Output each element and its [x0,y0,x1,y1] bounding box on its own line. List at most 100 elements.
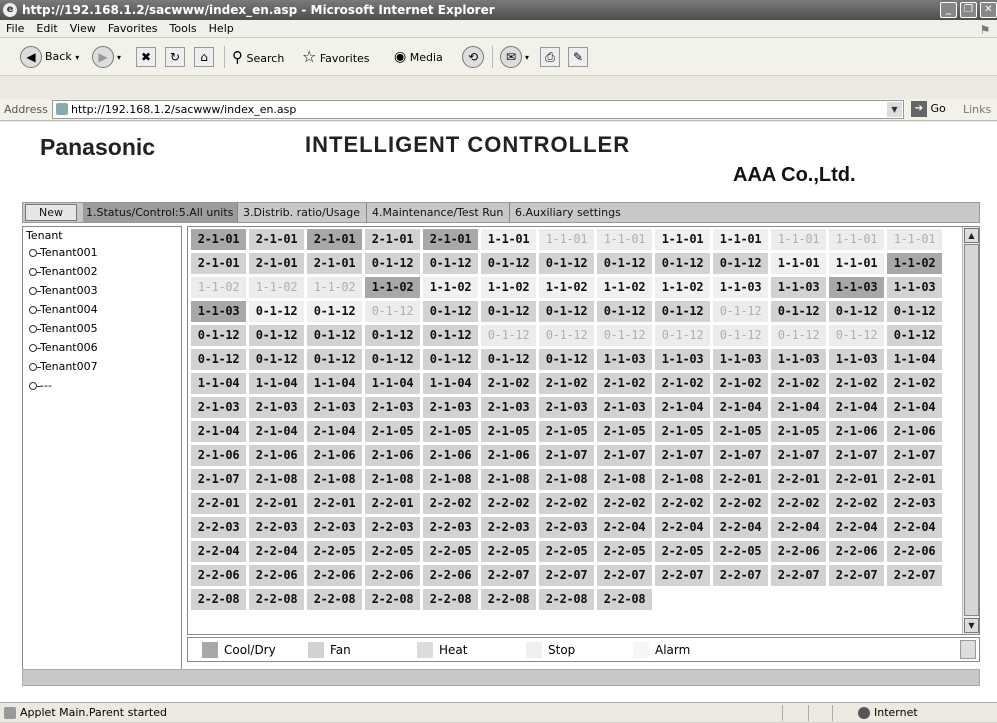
unit-cell[interactable]: 2-1-07 [829,445,884,466]
unit-cell[interactable]: 0-1-12 [829,325,884,346]
unit-cell[interactable]: 0-1-12 [191,325,246,346]
scroll-up-icon[interactable]: ▲ [964,228,979,243]
unit-cell[interactable]: 2-1-02 [481,373,536,394]
unit-cell[interactable]: 2-1-02 [771,373,826,394]
unit-cell[interactable]: 2-1-02 [655,373,710,394]
unit-cell[interactable]: 2-2-03 [481,517,536,538]
unit-cell[interactable]: 2-1-08 [249,469,304,490]
unit-cell[interactable]: 1-1-01 [597,229,652,250]
unit-cell[interactable]: 2-2-01 [771,469,826,490]
unit-cell[interactable]: 2-2-08 [191,589,246,610]
menu-file[interactable]: File [0,20,30,38]
unit-cell[interactable]: 2-1-02 [713,373,768,394]
unit-cell[interactable]: 2-2-03 [365,517,420,538]
unit-cell[interactable]: 2-2-08 [307,589,362,610]
home-button[interactable]: ⌂ [194,44,214,70]
unit-cell[interactable]: 2-1-06 [829,421,884,442]
unit-cell[interactable]: 1-1-04 [423,373,478,394]
unit-cell[interactable]: 2-1-08 [655,469,710,490]
unit-cell[interactable]: 2-1-06 [365,445,420,466]
unit-cell[interactable]: 2-2-08 [597,589,652,610]
unit-cell[interactable]: 2-1-05 [539,421,594,442]
minimize-button[interactable]: _ [940,2,957,18]
unit-cell[interactable]: 2-2-07 [481,565,536,586]
unit-cell[interactable]: 1-1-03 [771,277,826,298]
unit-cell[interactable]: 0-1-12 [829,301,884,322]
unit-cell[interactable]: 2-1-06 [191,445,246,466]
tenant-item[interactable]: --- [29,378,98,397]
unit-cell[interactable]: 0-1-12 [713,325,768,346]
unit-cell[interactable]: 1-1-03 [713,349,768,370]
go-button[interactable]: ➔ Go [911,101,946,117]
unit-cell[interactable]: 0-1-12 [249,349,304,370]
unit-cell[interactable]: 0-1-12 [191,349,246,370]
unit-cell[interactable]: 0-1-12 [539,253,594,274]
unit-cell[interactable]: 2-2-02 [829,493,884,514]
unit-cell[interactable]: 2-1-06 [423,445,478,466]
unit-cell[interactable]: 0-1-12 [249,325,304,346]
unit-cell[interactable]: 2-2-07 [887,565,942,586]
unit-cell[interactable]: 0-1-12 [481,325,536,346]
unit-cell[interactable]: 2-1-04 [655,397,710,418]
unit-cell[interactable]: 0-1-12 [713,253,768,274]
unit-cell[interactable]: 2-1-05 [423,421,478,442]
unit-cell[interactable]: 2-1-08 [307,469,362,490]
unit-cell[interactable]: 2-2-04 [713,517,768,538]
tenant-item[interactable]: Tenant006 [29,340,98,359]
unit-cell[interactable]: 2-1-03 [307,397,362,418]
unit-cell[interactable]: 0-1-12 [539,301,594,322]
unit-cell[interactable]: 2-1-08 [365,469,420,490]
unit-cell[interactable]: 2-2-08 [365,589,420,610]
unit-cell[interactable]: 0-1-12 [597,325,652,346]
unit-cell[interactable]: 2-1-06 [887,421,942,442]
unit-cell[interactable]: 2-2-07 [655,565,710,586]
unit-cell[interactable]: 2-1-04 [887,397,942,418]
unit-cell[interactable]: 1-1-04 [365,373,420,394]
unit-cell[interactable]: 2-2-04 [597,517,652,538]
forward-button[interactable]: ▶ ▾ [92,44,121,70]
unit-cell[interactable]: 1-1-03 [771,349,826,370]
unit-cell[interactable]: 2-2-01 [887,469,942,490]
unit-cell[interactable]: 0-1-12 [539,325,594,346]
tenant-item[interactable]: Tenant007 [29,359,98,378]
unit-cell[interactable]: 2-2-03 [423,517,478,538]
unit-cell[interactable]: 0-1-12 [887,325,942,346]
unit-cell[interactable]: 0-1-12 [307,349,362,370]
unit-cell[interactable]: 2-2-03 [307,517,362,538]
unit-cell[interactable]: 0-1-12 [887,301,942,322]
unit-cell[interactable]: 2-2-08 [423,589,478,610]
unit-cell[interactable]: 2-1-06 [249,445,304,466]
unit-cell[interactable]: 2-1-04 [771,397,826,418]
unit-cell[interactable]: 0-1-12 [597,301,652,322]
unit-cell[interactable]: 0-1-12 [365,349,420,370]
unit-cell[interactable]: 2-2-04 [249,541,304,562]
unit-cell[interactable]: 2-2-06 [887,541,942,562]
unit-cell[interactable]: 1-1-01 [887,229,942,250]
unit-cell[interactable]: 1-1-01 [829,229,884,250]
unit-cell[interactable]: 2-2-03 [191,517,246,538]
unit-cell[interactable]: 2-1-08 [481,469,536,490]
unit-cell[interactable]: 2-2-03 [249,517,304,538]
unit-cell[interactable]: 2-1-01 [365,229,420,250]
unit-cell[interactable]: 1-1-01 [713,229,768,250]
mail-button[interactable]: ✉ ▾ [500,44,529,70]
unit-cell[interactable]: 2-1-03 [597,397,652,418]
tab-distrib-ratio[interactable]: 3.Distrib. ratio/Usage [240,203,367,222]
unit-cell[interactable]: 2-1-08 [423,469,478,490]
media-button[interactable]: ◉ Media [394,44,443,70]
unit-cell[interactable]: 0-1-12 [771,301,826,322]
unit-cell[interactable]: 2-2-05 [365,541,420,562]
unit-cell[interactable]: 2-2-07 [539,565,594,586]
unit-cell[interactable]: 2-1-01 [249,253,304,274]
tab-auxiliary[interactable]: 6.Auxiliary settings [512,203,632,222]
restore-button[interactable]: ❐ [960,2,977,18]
unit-cell[interactable]: 2-1-08 [597,469,652,490]
unit-cell[interactable]: 2-1-05 [365,421,420,442]
unit-cell[interactable]: 2-2-02 [423,493,478,514]
unit-cell[interactable]: 2-2-01 [713,469,768,490]
unit-cell[interactable]: 2-1-05 [481,421,536,442]
unit-cell[interactable]: 0-1-12 [365,253,420,274]
refresh-button[interactable]: ↻ [165,44,185,70]
unit-cell[interactable]: 2-2-02 [713,493,768,514]
unit-cell[interactable]: 2-1-03 [249,397,304,418]
